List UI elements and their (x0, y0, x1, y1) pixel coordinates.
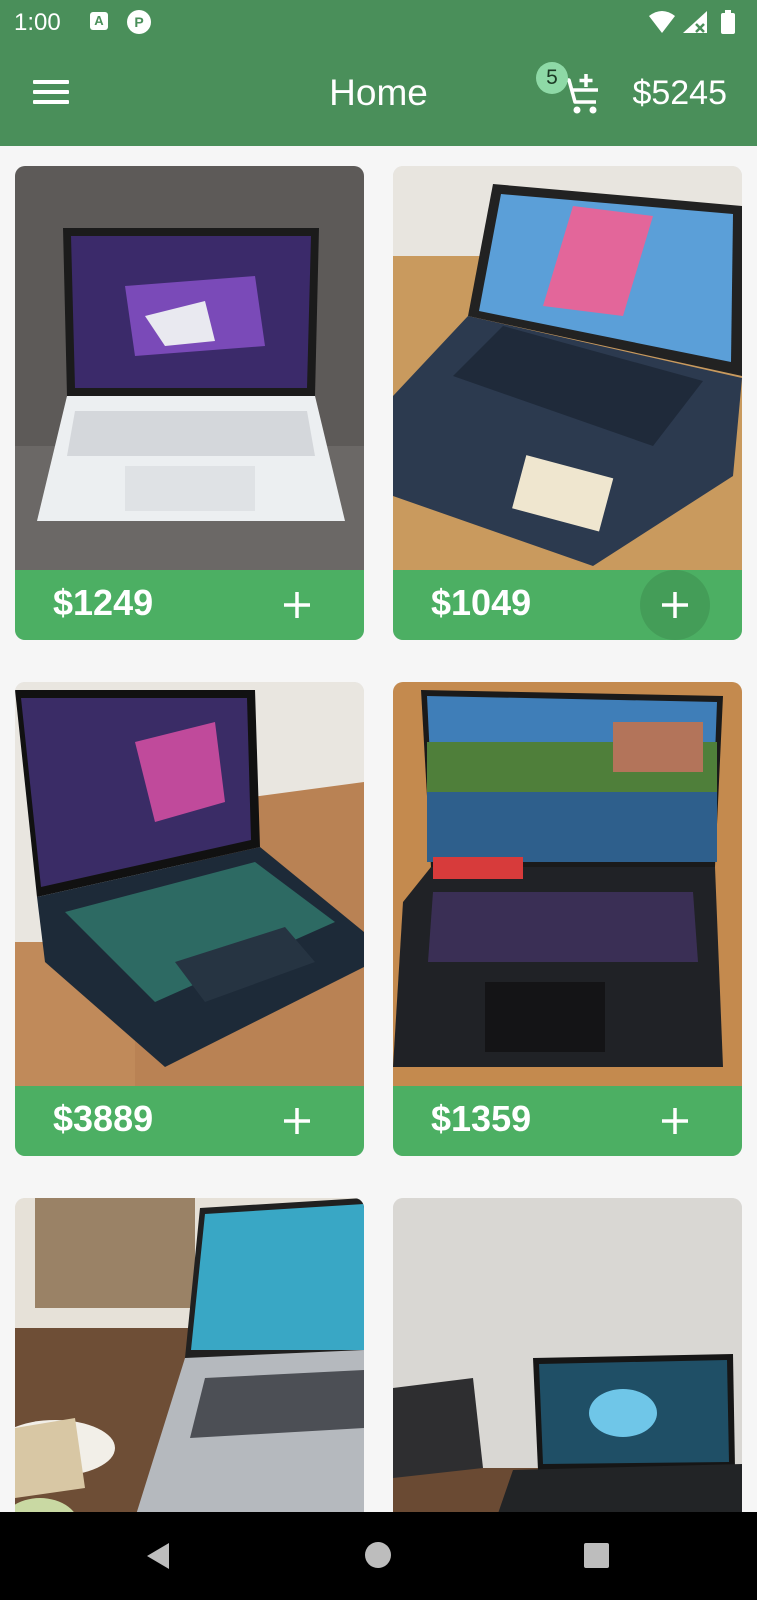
product-card[interactable]: $3889 (15, 682, 364, 1156)
add-to-cart-button[interactable] (640, 1086, 710, 1156)
product-footer: $3889 (15, 1086, 364, 1156)
product-card[interactable] (393, 1198, 742, 1512)
product-image (393, 166, 742, 570)
product-image (15, 682, 364, 1086)
plus-icon (662, 1108, 688, 1134)
app-bar: Home 5 $5245 (0, 46, 757, 146)
product-price: $1049 (431, 582, 532, 623)
product-card[interactable] (15, 1198, 364, 1512)
add-shopping-cart-icon[interactable] (562, 72, 602, 116)
product-price: $1359 (431, 1098, 532, 1139)
notification-app-icon: P (127, 10, 151, 34)
status-bar: 1:00 A P (0, 0, 757, 46)
product-grid: $1249 $1049 $3889 $1359 (0, 146, 757, 1512)
home-icon[interactable] (365, 1542, 391, 1568)
product-image (393, 682, 742, 1086)
product-footer: $1249 (15, 570, 364, 640)
signal-icon (683, 11, 707, 33)
product-card[interactable]: $1359 (393, 682, 742, 1156)
product-card[interactable]: $1049 (393, 166, 742, 640)
notification-app-icon: A (90, 12, 108, 30)
plus-icon (284, 1108, 310, 1134)
add-to-cart-button[interactable] (262, 570, 332, 640)
product-image (15, 1198, 364, 1512)
plus-icon (662, 592, 688, 618)
cart-count-badge: 5 (536, 62, 568, 94)
product-image (15, 166, 364, 570)
recents-icon[interactable] (584, 1543, 609, 1568)
product-price: $1249 (53, 582, 154, 623)
system-nav-bar (0, 1512, 757, 1600)
add-to-cart-button[interactable] (262, 1086, 332, 1156)
product-footer: $1359 (393, 1086, 742, 1156)
menu-icon[interactable] (33, 80, 69, 110)
status-time: 1:00 (14, 9, 61, 36)
add-to-cart-button[interactable] (640, 570, 710, 640)
product-price: $3889 (53, 1098, 154, 1139)
plus-icon (284, 592, 310, 618)
product-image (393, 1198, 742, 1512)
product-card[interactable]: $1249 (15, 166, 364, 640)
product-footer: $1049 (393, 570, 742, 640)
system-icons (647, 9, 743, 37)
back-icon[interactable] (145, 1542, 171, 1570)
cart-total: $5245 (632, 74, 727, 112)
battery-icon (721, 10, 735, 34)
wifi-icon (649, 11, 675, 33)
